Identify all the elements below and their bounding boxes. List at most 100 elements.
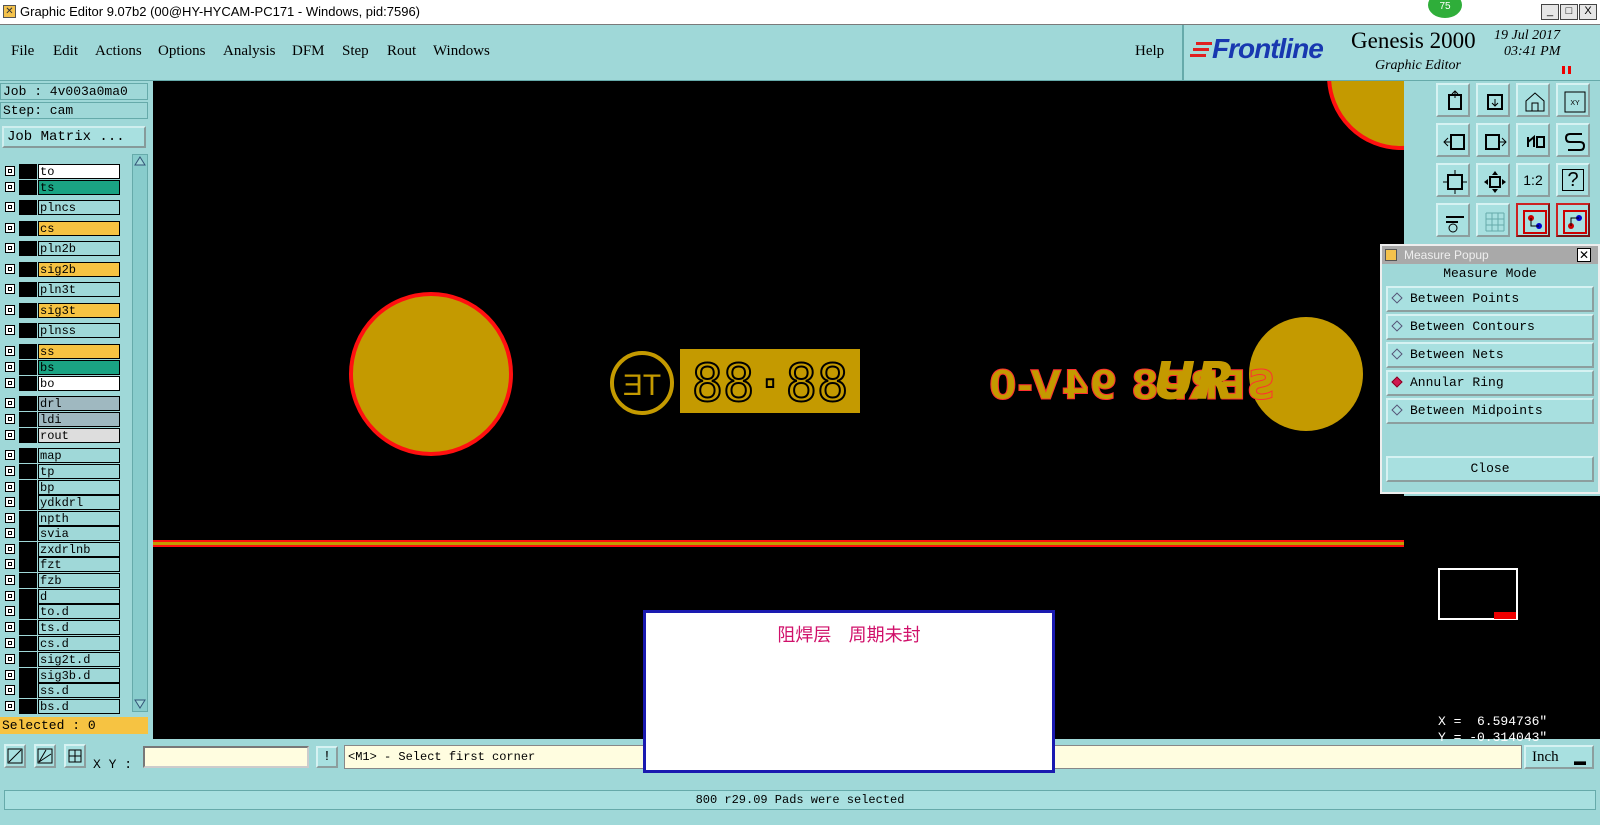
layer-row-ts-d[interactable]: ts.d bbox=[2, 620, 120, 635]
snap-mode-icon[interactable] bbox=[4, 744, 26, 768]
layer-checkbox[interactable] bbox=[5, 243, 15, 253]
layer-name[interactable]: sig2b bbox=[38, 262, 120, 277]
layer-display-slot[interactable] bbox=[19, 180, 37, 195]
layer-name[interactable]: pln3t bbox=[38, 282, 120, 297]
layer-display-slot[interactable] bbox=[19, 526, 37, 541]
layer-row-bs-d[interactable]: bs.d bbox=[2, 699, 120, 714]
layer-name[interactable]: ldi bbox=[38, 412, 120, 427]
layer-checkbox[interactable] bbox=[5, 378, 15, 388]
layer-checkbox[interactable] bbox=[5, 685, 15, 695]
ratio-button[interactable]: 1:2 bbox=[1516, 163, 1550, 197]
layer-row-sig3t[interactable]: sig3t bbox=[2, 303, 120, 318]
layer-display-slot[interactable] bbox=[19, 557, 37, 572]
layer-display-slot[interactable] bbox=[19, 652, 37, 667]
measure-popup-title[interactable]: Measure Popup bbox=[1382, 246, 1598, 264]
layer-display-slot[interactable] bbox=[19, 589, 37, 604]
tool-button[interactable] bbox=[1436, 203, 1470, 237]
layer-row-fzt[interactable]: fzt bbox=[2, 557, 120, 572]
layer-name[interactable]: pln2b bbox=[38, 241, 120, 256]
layer-row-npth[interactable]: npth bbox=[2, 511, 120, 526]
layer-row-bo[interactable]: bo bbox=[2, 376, 120, 391]
layer-display-slot[interactable] bbox=[19, 428, 37, 443]
layer-checkbox[interactable] bbox=[5, 559, 15, 569]
layer-name[interactable]: sig2t.d bbox=[38, 652, 120, 667]
grid-snap-icon[interactable] bbox=[64, 744, 86, 768]
layer-name[interactable]: ss bbox=[38, 344, 120, 359]
left-button[interactable] bbox=[1436, 123, 1470, 157]
menu-windows[interactable]: Windows bbox=[433, 43, 490, 60]
menu-edit[interactable]: Edit bbox=[53, 43, 78, 60]
layer-b-button[interactable] bbox=[1556, 203, 1590, 237]
layer-row-sig3b-d[interactable]: sig3b.d bbox=[2, 668, 120, 683]
layer-checkbox[interactable] bbox=[5, 414, 15, 424]
layer-checkbox[interactable] bbox=[5, 654, 15, 664]
layer-name[interactable]: plnss bbox=[38, 323, 120, 338]
layer-display-slot[interactable] bbox=[19, 164, 37, 179]
layer-name[interactable]: cs.d bbox=[38, 636, 120, 651]
layer-name[interactable]: npth bbox=[38, 511, 120, 526]
menu-actions[interactable]: Actions bbox=[95, 43, 142, 60]
layer-checkbox[interactable] bbox=[5, 482, 15, 492]
layer-name[interactable]: d bbox=[38, 589, 120, 604]
minimize-button[interactable]: _ bbox=[1541, 4, 1559, 20]
layer-display-slot[interactable] bbox=[19, 412, 37, 427]
zoom-fit-button[interactable] bbox=[1436, 163, 1470, 197]
layer-name[interactable]: bs bbox=[38, 360, 120, 375]
layer-display-slot[interactable] bbox=[19, 683, 37, 698]
layer-name[interactable]: bo bbox=[38, 376, 120, 391]
layer-row-sig2b[interactable]: sig2b bbox=[2, 262, 120, 277]
pan-button[interactable] bbox=[1476, 163, 1510, 197]
maximize-button[interactable]: □ bbox=[1560, 4, 1578, 20]
home-button[interactable] bbox=[1516, 83, 1550, 117]
layer-checkbox[interactable] bbox=[5, 450, 15, 460]
layer-name[interactable]: ss.d bbox=[38, 683, 120, 698]
layer-display-slot[interactable] bbox=[19, 376, 37, 391]
layer-checkbox[interactable] bbox=[5, 325, 15, 335]
layer-display-slot[interactable] bbox=[19, 573, 37, 588]
layer-name[interactable]: zxdrlnb bbox=[38, 542, 120, 557]
layer-display-slot[interactable] bbox=[19, 495, 37, 510]
layer-checkbox[interactable] bbox=[5, 202, 15, 212]
layer-display-slot[interactable] bbox=[19, 511, 37, 526]
layer-name[interactable]: ydkdrl bbox=[38, 495, 120, 510]
layer-display-slot[interactable] bbox=[19, 282, 37, 297]
layer-row-to-d[interactable]: to.d bbox=[2, 604, 120, 619]
menu-step[interactable]: Step bbox=[342, 43, 369, 60]
layer-name[interactable]: drl bbox=[38, 396, 120, 411]
angle-mode-icon[interactable] bbox=[34, 744, 56, 768]
layer-name[interactable]: svia bbox=[38, 526, 120, 541]
layer-checkbox[interactable] bbox=[5, 182, 15, 192]
layer-checkbox[interactable] bbox=[5, 591, 15, 601]
layer-name[interactable]: to.d bbox=[38, 604, 120, 619]
layer-display-slot[interactable] bbox=[19, 448, 37, 463]
layer-name[interactable]: bs.d bbox=[38, 699, 120, 714]
layer-checkbox[interactable] bbox=[5, 670, 15, 680]
layer-name[interactable]: ts bbox=[38, 180, 120, 195]
layer-scrollbar[interactable] bbox=[132, 154, 148, 712]
undo-button[interactable] bbox=[1516, 123, 1550, 157]
layer-display-slot[interactable] bbox=[19, 221, 37, 236]
layer-row-cs-d[interactable]: cs.d bbox=[2, 636, 120, 651]
layer-row-sig2t-d[interactable]: sig2t.d bbox=[2, 652, 120, 667]
menu-file[interactable]: File bbox=[11, 43, 34, 60]
menu-analysis[interactable]: Analysis bbox=[223, 43, 276, 60]
layer-row-tp[interactable]: tp bbox=[2, 464, 120, 479]
layer-display-slot[interactable] bbox=[19, 323, 37, 338]
layer-checkbox[interactable] bbox=[5, 638, 15, 648]
layer-name[interactable]: fzb bbox=[38, 573, 120, 588]
option-between-midpoints[interactable]: Between Midpoints bbox=[1386, 398, 1594, 424]
layer-display-slot[interactable] bbox=[19, 303, 37, 318]
layer-display-slot[interactable] bbox=[19, 396, 37, 411]
help-button[interactable]: ? bbox=[1556, 163, 1590, 197]
layer-row-cs[interactable]: cs bbox=[2, 221, 120, 236]
layer-name[interactable]: sig3b.d bbox=[38, 668, 120, 683]
layer-row-pln2b[interactable]: pln2b bbox=[2, 241, 120, 256]
layer-row-d[interactable]: d bbox=[2, 589, 120, 604]
layer-display-slot[interactable] bbox=[19, 604, 37, 619]
layer-row-bs[interactable]: bs bbox=[2, 360, 120, 375]
layer-row-ydkdrl[interactable]: ydkdrl bbox=[2, 495, 120, 510]
layer-display-slot[interactable] bbox=[19, 668, 37, 683]
layer-row-ss[interactable]: ss bbox=[2, 344, 120, 359]
layer-checkbox[interactable] bbox=[5, 398, 15, 408]
layer-row-bp[interactable]: bp bbox=[2, 480, 120, 495]
